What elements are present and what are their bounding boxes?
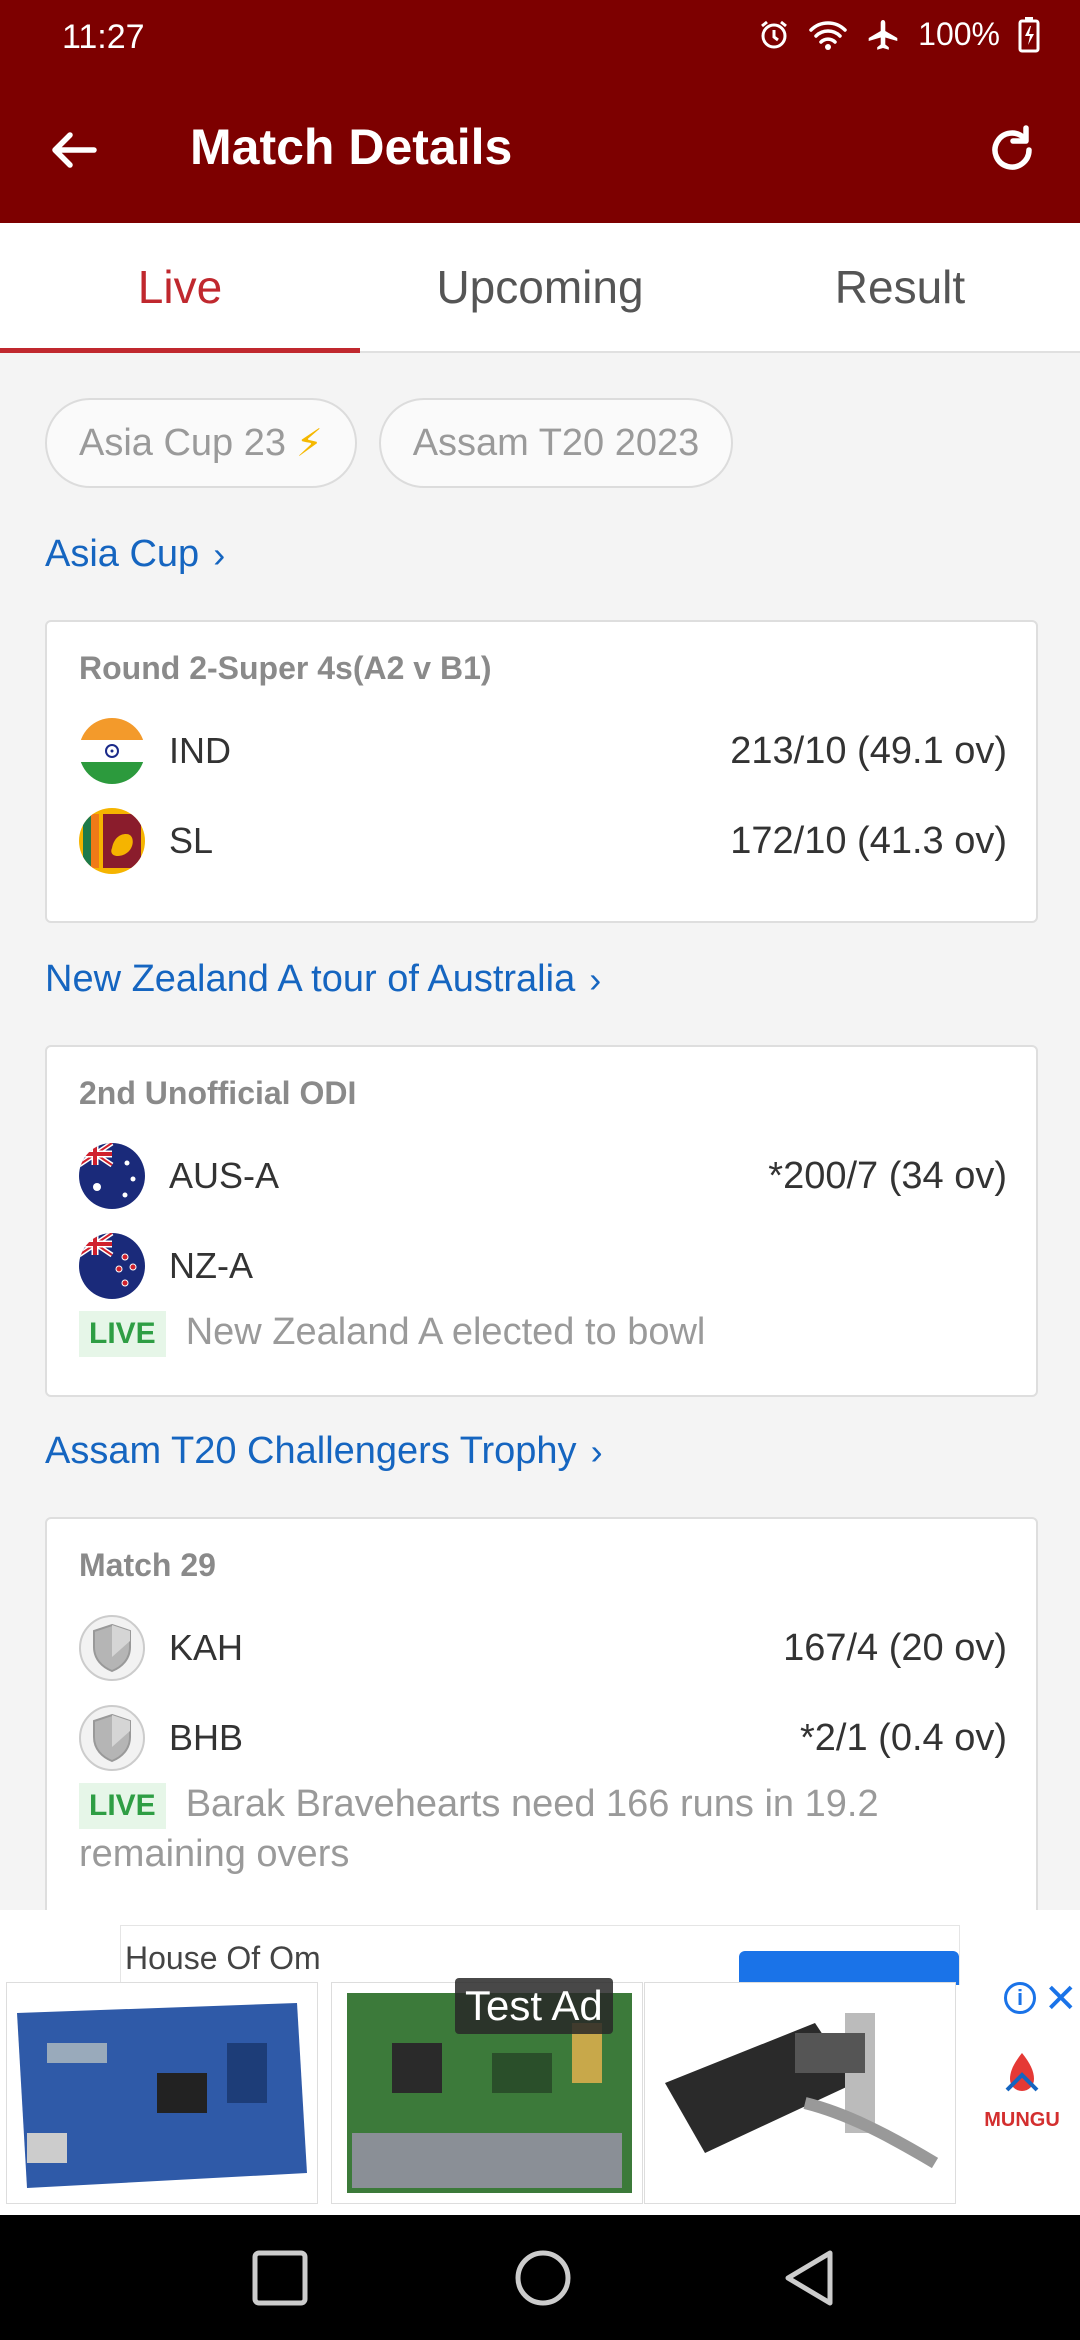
alarm-icon (761, 20, 788, 48)
back-triangle-icon[interactable] (775, 2243, 845, 2313)
ad-header: House Of Om (120, 1925, 960, 1985)
team-score: *200/7 (34 ov) (768, 1154, 1007, 1197)
ad-info-icon[interactable]: i (1004, 1982, 1036, 2014)
team-name: KAH (169, 1627, 244, 1668)
team-name: SL (169, 820, 214, 861)
team-row: AUS-A *200/7 (34 ov) (79, 1141, 1007, 1211)
refresh-icon[interactable] (982, 120, 1042, 180)
chip-label: Assam T20 2023 (412, 421, 700, 464)
chip-assam-t20[interactable]: Assam T20 2023 (378, 398, 734, 488)
match-list: Asia Cup 23 ⚡ Assam T20 2023 Asia Cup › … (0, 355, 1080, 1917)
chevron-right-icon: › (589, 958, 602, 1000)
team-score: 167/4 (20 ov) (783, 1626, 1007, 1669)
team-row: KAH 167/4 (20 ov) (79, 1613, 1007, 1683)
series-name: Assam T20 Challengers Trophy (45, 1430, 577, 1472)
test-ad-label: Test Ad (455, 1978, 613, 2034)
back-arrow-icon[interactable] (44, 120, 104, 180)
team-score: 172/10 (41.3 ov) (730, 819, 1007, 862)
team-row: NZ-A (79, 1231, 1007, 1301)
australia-flag-icon (79, 1143, 145, 1209)
wifi-icon (809, 20, 847, 50)
filter-chips: Asia Cup 23 ⚡ Assam T20 2023 (45, 398, 734, 488)
series-link-nz-a-tour[interactable]: New Zealand A tour of Australia › (45, 958, 601, 1001)
series-name: New Zealand A tour of Australia (45, 958, 576, 1000)
team-score: *2/1 (0.4 ov) (800, 1716, 1007, 1759)
live-badge: LIVE (79, 1782, 166, 1829)
tab-live[interactable]: Live (0, 223, 360, 353)
tab-result[interactable]: Result (720, 223, 1080, 351)
ad-brand-logo: MUNGU (982, 2050, 1062, 2132)
series-link-asia-cup[interactable]: Asia Cup › (45, 533, 225, 576)
airplane-icon (868, 19, 898, 50)
series-link-assam-t20[interactable]: Assam T20 Challengers Trophy › (45, 1430, 603, 1473)
ad-close-icon[interactable]: ✕ (1044, 1976, 1078, 2022)
tab-bar: Live Upcoming Result (0, 223, 1080, 353)
india-flag-icon (79, 718, 145, 784)
new-zealand-flag-icon (79, 1233, 145, 1299)
team-name: BHB (169, 1717, 244, 1758)
team-row: IND 213/10 (49.1 ov) (79, 716, 1007, 786)
match-status: LIVE New Zealand A elected to bowl (79, 1307, 1007, 1357)
recents-square-icon[interactable] (245, 2243, 315, 2313)
team-name: AUS-A (169, 1155, 280, 1196)
sri-lanka-flag-icon (79, 808, 145, 874)
match-title: Round 2-Super 4s(A2 v B1) (79, 650, 492, 686)
status-time: 11:27 (62, 18, 145, 56)
ad-image[interactable] (6, 1982, 318, 2204)
live-badge: LIVE (79, 1310, 166, 1357)
ad-brand-name: MUNGU (984, 2109, 1060, 2131)
app-bar: Match Details (0, 76, 1080, 223)
shield-icon (79, 1705, 145, 1771)
match-status: LIVE Barak Bravehearts need 166 runs in 1… (79, 1779, 1007, 1879)
status-bar: 11:27 100% (0, 0, 1080, 76)
match-card[interactable]: Match 29 KAH 167/4 (20 ov) BHB *2/1 (0.4… (45, 1517, 1038, 1917)
battery-charging-icon (1018, 16, 1040, 52)
status-text: Barak Bravehearts need 166 runs in 19.2 … (79, 1783, 879, 1875)
chip-label: Asia Cup 23 (79, 421, 287, 464)
ad-open-button[interactable] (739, 1951, 959, 1985)
match-title: Match 29 (79, 1547, 216, 1583)
page-title: Match Details (190, 119, 513, 175)
chip-asia-cup[interactable]: Asia Cup 23 ⚡ (45, 398, 357, 488)
chevron-right-icon: › (213, 533, 226, 575)
team-score: 213/10 (49.1 ov) (730, 729, 1007, 772)
series-name: Asia Cup (45, 533, 200, 575)
shield-icon (79, 1615, 145, 1681)
team-row: BHB *2/1 (0.4 ov) (79, 1703, 1007, 1773)
lightning-bolt-icon: ⚡ (296, 422, 323, 465)
team-name: NZ-A (169, 1245, 253, 1286)
status-text: New Zealand A elected to bowl (185, 1311, 706, 1353)
ad-banner[interactable]: House Of Om Test Ad i ✕ MUNGU (0, 1910, 1080, 2215)
ad-advertiser: House Of Om (125, 1940, 321, 1976)
ad-image[interactable] (644, 1982, 956, 2204)
system-nav-bar (0, 2215, 1080, 2340)
home-circle-icon[interactable] (508, 2243, 578, 2313)
match-card[interactable]: Round 2-Super 4s(A2 v B1) IND 213/10 (49… (45, 620, 1038, 923)
status-icons: 100% (758, 16, 1040, 53)
team-name: IND (169, 730, 231, 771)
chevron-right-icon: › (590, 1430, 603, 1472)
team-row: SL 172/10 (41.3 ov) (79, 806, 1007, 876)
battery-percent: 100% (918, 16, 1000, 52)
match-title: 2nd Unofficial ODI (79, 1075, 357, 1111)
tab-upcoming[interactable]: Upcoming (360, 223, 720, 351)
match-card[interactable]: 2nd Unofficial ODI AUS-A *200/7 (34 ov) … (45, 1045, 1038, 1397)
